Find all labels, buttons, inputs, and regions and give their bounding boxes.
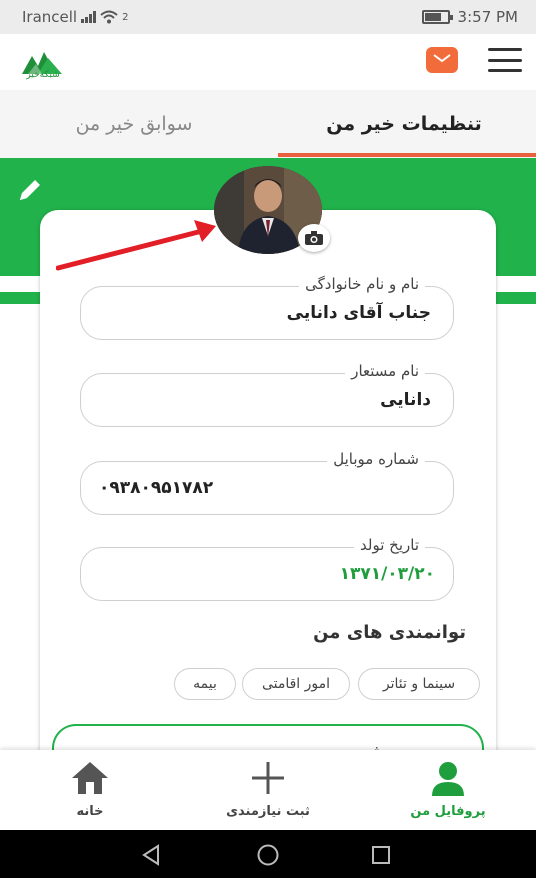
nickname-value: دانایی xyxy=(380,390,431,410)
status-bar: Irancell 2 3:57 PM xyxy=(0,0,536,34)
home-icon xyxy=(72,762,108,794)
nav-home-label: خانه xyxy=(76,804,104,819)
birthdate-value: ۱۳۷۱/۰۳/۲۰ xyxy=(339,564,435,584)
envelope-icon xyxy=(432,53,452,67)
birthdate-field[interactable]: تاریخ تولد ۱۳۷۱/۰۳/۲۰ xyxy=(80,536,454,601)
full-name-field[interactable]: نام و نام خانوادگی جناب آقای دانایی xyxy=(80,275,454,340)
menu-line xyxy=(488,69,522,72)
nickname-field[interactable]: نام مستعار دانایی xyxy=(80,362,454,427)
nav-register-need-label: ثبت نیازمندی xyxy=(226,804,310,819)
birthdate-label: تاریخ تولد xyxy=(354,536,425,554)
nav-register-need[interactable]: ثبت نیازمندی xyxy=(188,750,348,830)
battery-icon xyxy=(421,10,453,24)
menu-line xyxy=(488,48,522,51)
signal-superscript: 2 xyxy=(122,11,129,23)
bottom-navigation: پروفایل من ثبت نیازمندی خانه xyxy=(0,750,536,830)
nickname-label: نام مستعار xyxy=(345,362,425,380)
mobile-value: ۰۹۳۸۰۹۵۱۷۸۲ xyxy=(99,478,214,498)
carrier-name: Irancell xyxy=(22,8,78,26)
tab-bar: تنظیمات خیر من سوابق خیر من xyxy=(0,90,536,158)
ability-chip[interactable]: سینما و تئاتر xyxy=(358,668,480,700)
clock: 3:57 PM xyxy=(457,8,518,26)
home-circle-icon[interactable] xyxy=(256,844,280,866)
pencil-icon[interactable] xyxy=(14,174,46,206)
recents-icon[interactable] xyxy=(370,844,392,866)
status-left: Irancell 2 xyxy=(22,8,128,26)
back-icon[interactable] xyxy=(140,844,162,866)
change-photo-button[interactable] xyxy=(298,224,330,252)
signal-icon xyxy=(81,11,97,23)
mail-button[interactable] xyxy=(426,47,458,73)
person-icon xyxy=(432,762,464,796)
menu-line xyxy=(488,58,522,62)
nav-home[interactable]: خانه xyxy=(10,750,170,830)
wifi-icon xyxy=(100,10,118,24)
mobile-field[interactable]: شماره موبایل ۰۹۳۸۰۹۵۱۷۸۲ xyxy=(80,450,454,515)
full-name-label: نام و نام خانوادگی xyxy=(299,275,425,293)
hamburger-menu-button[interactable] xyxy=(488,48,522,72)
logo-text: شبکه‌خیر xyxy=(26,70,60,80)
full-name-value: جناب آقای دانایی xyxy=(286,303,431,323)
tab-settings[interactable]: تنظیمات خیر من xyxy=(272,90,536,158)
plus-icon xyxy=(252,762,284,794)
abilities-title: توانمندی های من xyxy=(313,622,466,643)
status-right: 3:57 PM xyxy=(421,8,518,26)
nav-profile[interactable]: پروفایل من xyxy=(368,750,528,830)
system-navigation-bar xyxy=(0,830,536,878)
nav-profile-label: پروفایل من xyxy=(410,804,486,819)
arrow-annotation-icon xyxy=(56,220,216,271)
ability-chip[interactable]: امور اقامتی xyxy=(242,668,350,700)
camera-icon xyxy=(305,231,323,245)
active-tab-indicator xyxy=(278,153,536,157)
mobile-label: شماره موبایل xyxy=(327,450,425,468)
app-header: شبکه‌خیر xyxy=(0,34,536,90)
tab-history[interactable]: سوابق خیر من xyxy=(0,90,268,158)
ability-chip[interactable]: بیمه xyxy=(174,668,236,700)
